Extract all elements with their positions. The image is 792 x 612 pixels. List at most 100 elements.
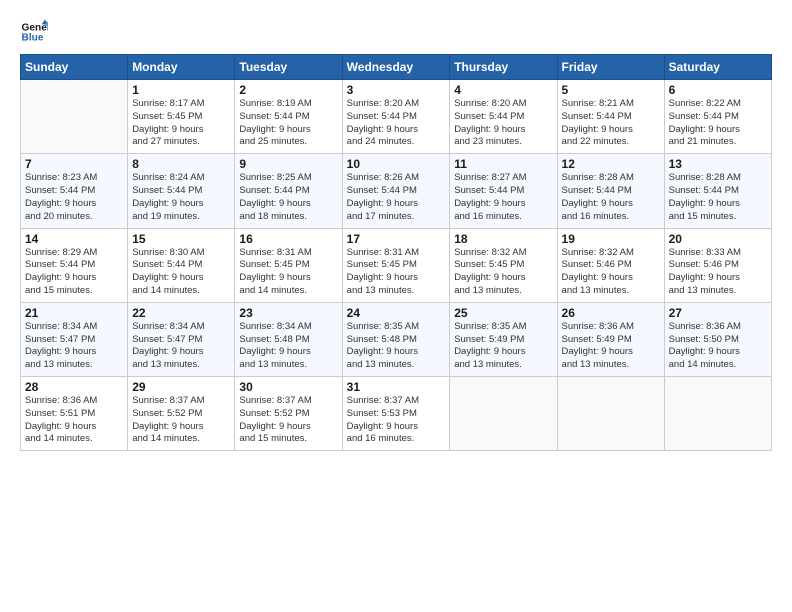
day-number: 9 — [239, 157, 337, 171]
day-number: 26 — [562, 306, 660, 320]
day-number: 8 — [132, 157, 230, 171]
day-info: Sunrise: 8:21 AM Sunset: 5:44 PM Dayligh… — [562, 98, 660, 149]
svg-text:Blue: Blue — [22, 33, 44, 44]
day-info: Sunrise: 8:27 AM Sunset: 5:44 PM Dayligh… — [454, 172, 552, 223]
day-number: 21 — [25, 306, 123, 320]
calendar-cell — [557, 377, 664, 451]
day-info: Sunrise: 8:37 AM Sunset: 5:53 PM Dayligh… — [347, 395, 446, 446]
day-info: Sunrise: 8:34 AM Sunset: 5:47 PM Dayligh… — [25, 321, 123, 372]
day-info: Sunrise: 8:36 AM Sunset: 5:51 PM Dayligh… — [25, 395, 123, 446]
day-number: 27 — [669, 306, 767, 320]
calendar-cell: 30Sunrise: 8:37 AM Sunset: 5:52 PM Dayli… — [235, 377, 342, 451]
day-info: Sunrise: 8:36 AM Sunset: 5:49 PM Dayligh… — [562, 321, 660, 372]
weekday-header-wednesday: Wednesday — [342, 55, 450, 80]
day-info: Sunrise: 8:17 AM Sunset: 5:45 PM Dayligh… — [132, 98, 230, 149]
day-info: Sunrise: 8:20 AM Sunset: 5:44 PM Dayligh… — [454, 98, 552, 149]
day-info: Sunrise: 8:23 AM Sunset: 5:44 PM Dayligh… — [25, 172, 123, 223]
week-row-2: 7Sunrise: 8:23 AM Sunset: 5:44 PM Daylig… — [21, 154, 772, 228]
calendar-cell — [664, 377, 771, 451]
day-info: Sunrise: 8:20 AM Sunset: 5:44 PM Dayligh… — [347, 98, 446, 149]
day-info: Sunrise: 8:35 AM Sunset: 5:48 PM Dayligh… — [347, 321, 446, 372]
day-number: 4 — [454, 83, 552, 97]
day-number: 24 — [347, 306, 446, 320]
day-info: Sunrise: 8:28 AM Sunset: 5:44 PM Dayligh… — [669, 172, 767, 223]
day-number: 15 — [132, 232, 230, 246]
day-info: Sunrise: 8:31 AM Sunset: 5:45 PM Dayligh… — [239, 247, 337, 298]
week-row-3: 14Sunrise: 8:29 AM Sunset: 5:44 PM Dayli… — [21, 228, 772, 302]
calendar-cell: 18Sunrise: 8:32 AM Sunset: 5:45 PM Dayli… — [450, 228, 557, 302]
calendar-cell: 4Sunrise: 8:20 AM Sunset: 5:44 PM Daylig… — [450, 80, 557, 154]
calendar-cell: 9Sunrise: 8:25 AM Sunset: 5:44 PM Daylig… — [235, 154, 342, 228]
day-info: Sunrise: 8:34 AM Sunset: 5:48 PM Dayligh… — [239, 321, 337, 372]
day-info: Sunrise: 8:24 AM Sunset: 5:44 PM Dayligh… — [132, 172, 230, 223]
weekday-header-thursday: Thursday — [450, 55, 557, 80]
day-number: 31 — [347, 380, 446, 394]
day-number: 11 — [454, 157, 552, 171]
calendar-cell: 21Sunrise: 8:34 AM Sunset: 5:47 PM Dayli… — [21, 302, 128, 376]
calendar-cell: 29Sunrise: 8:37 AM Sunset: 5:52 PM Dayli… — [128, 377, 235, 451]
day-number: 23 — [239, 306, 337, 320]
calendar-table: SundayMondayTuesdayWednesdayThursdayFrid… — [20, 54, 772, 451]
day-info: Sunrise: 8:37 AM Sunset: 5:52 PM Dayligh… — [132, 395, 230, 446]
calendar-cell: 10Sunrise: 8:26 AM Sunset: 5:44 PM Dayli… — [342, 154, 450, 228]
calendar-cell: 14Sunrise: 8:29 AM Sunset: 5:44 PM Dayli… — [21, 228, 128, 302]
calendar-cell: 16Sunrise: 8:31 AM Sunset: 5:45 PM Dayli… — [235, 228, 342, 302]
calendar-cell: 11Sunrise: 8:27 AM Sunset: 5:44 PM Dayli… — [450, 154, 557, 228]
day-number: 2 — [239, 83, 337, 97]
calendar-cell: 6Sunrise: 8:22 AM Sunset: 5:44 PM Daylig… — [664, 80, 771, 154]
calendar-cell: 24Sunrise: 8:35 AM Sunset: 5:48 PM Dayli… — [342, 302, 450, 376]
weekday-header-monday: Monday — [128, 55, 235, 80]
calendar-cell: 2Sunrise: 8:19 AM Sunset: 5:44 PM Daylig… — [235, 80, 342, 154]
day-number: 1 — [132, 83, 230, 97]
day-info: Sunrise: 8:34 AM Sunset: 5:47 PM Dayligh… — [132, 321, 230, 372]
day-number: 17 — [347, 232, 446, 246]
day-number: 20 — [669, 232, 767, 246]
calendar-cell: 5Sunrise: 8:21 AM Sunset: 5:44 PM Daylig… — [557, 80, 664, 154]
day-info: Sunrise: 8:28 AM Sunset: 5:44 PM Dayligh… — [562, 172, 660, 223]
day-info: Sunrise: 8:32 AM Sunset: 5:45 PM Dayligh… — [454, 247, 552, 298]
weekday-header-saturday: Saturday — [664, 55, 771, 80]
day-info: Sunrise: 8:30 AM Sunset: 5:44 PM Dayligh… — [132, 247, 230, 298]
day-info: Sunrise: 8:33 AM Sunset: 5:46 PM Dayligh… — [669, 247, 767, 298]
calendar-cell: 26Sunrise: 8:36 AM Sunset: 5:49 PM Dayli… — [557, 302, 664, 376]
day-number: 18 — [454, 232, 552, 246]
calendar-cell: 28Sunrise: 8:36 AM Sunset: 5:51 PM Dayli… — [21, 377, 128, 451]
logo: General Blue — [20, 18, 52, 46]
page: General Blue SundayMondayTuesdayWednesda… — [0, 0, 792, 612]
day-info: Sunrise: 8:26 AM Sunset: 5:44 PM Dayligh… — [347, 172, 446, 223]
day-number: 16 — [239, 232, 337, 246]
weekday-header-sunday: Sunday — [21, 55, 128, 80]
header: General Blue — [20, 18, 772, 46]
calendar-cell: 19Sunrise: 8:32 AM Sunset: 5:46 PM Dayli… — [557, 228, 664, 302]
day-number: 3 — [347, 83, 446, 97]
day-number: 7 — [25, 157, 123, 171]
day-info: Sunrise: 8:19 AM Sunset: 5:44 PM Dayligh… — [239, 98, 337, 149]
calendar-cell: 25Sunrise: 8:35 AM Sunset: 5:49 PM Dayli… — [450, 302, 557, 376]
day-number: 25 — [454, 306, 552, 320]
day-number: 22 — [132, 306, 230, 320]
logo-icon: General Blue — [20, 18, 48, 46]
day-info: Sunrise: 8:25 AM Sunset: 5:44 PM Dayligh… — [239, 172, 337, 223]
week-row-4: 21Sunrise: 8:34 AM Sunset: 5:47 PM Dayli… — [21, 302, 772, 376]
calendar-cell: 17Sunrise: 8:31 AM Sunset: 5:45 PM Dayli… — [342, 228, 450, 302]
calendar-cell: 1Sunrise: 8:17 AM Sunset: 5:45 PM Daylig… — [128, 80, 235, 154]
calendar-cell: 15Sunrise: 8:30 AM Sunset: 5:44 PM Dayli… — [128, 228, 235, 302]
day-info: Sunrise: 8:22 AM Sunset: 5:44 PM Dayligh… — [669, 98, 767, 149]
weekday-header-tuesday: Tuesday — [235, 55, 342, 80]
weekday-header-friday: Friday — [557, 55, 664, 80]
day-number: 13 — [669, 157, 767, 171]
calendar-cell: 27Sunrise: 8:36 AM Sunset: 5:50 PM Dayli… — [664, 302, 771, 376]
day-number: 10 — [347, 157, 446, 171]
day-number: 6 — [669, 83, 767, 97]
week-row-1: 1Sunrise: 8:17 AM Sunset: 5:45 PM Daylig… — [21, 80, 772, 154]
day-info: Sunrise: 8:32 AM Sunset: 5:46 PM Dayligh… — [562, 247, 660, 298]
calendar-cell: 31Sunrise: 8:37 AM Sunset: 5:53 PM Dayli… — [342, 377, 450, 451]
calendar-cell — [21, 80, 128, 154]
calendar-cell: 7Sunrise: 8:23 AM Sunset: 5:44 PM Daylig… — [21, 154, 128, 228]
calendar-cell: 20Sunrise: 8:33 AM Sunset: 5:46 PM Dayli… — [664, 228, 771, 302]
day-number: 5 — [562, 83, 660, 97]
calendar-cell: 13Sunrise: 8:28 AM Sunset: 5:44 PM Dayli… — [664, 154, 771, 228]
day-number: 14 — [25, 232, 123, 246]
day-info: Sunrise: 8:36 AM Sunset: 5:50 PM Dayligh… — [669, 321, 767, 372]
day-number: 30 — [239, 380, 337, 394]
